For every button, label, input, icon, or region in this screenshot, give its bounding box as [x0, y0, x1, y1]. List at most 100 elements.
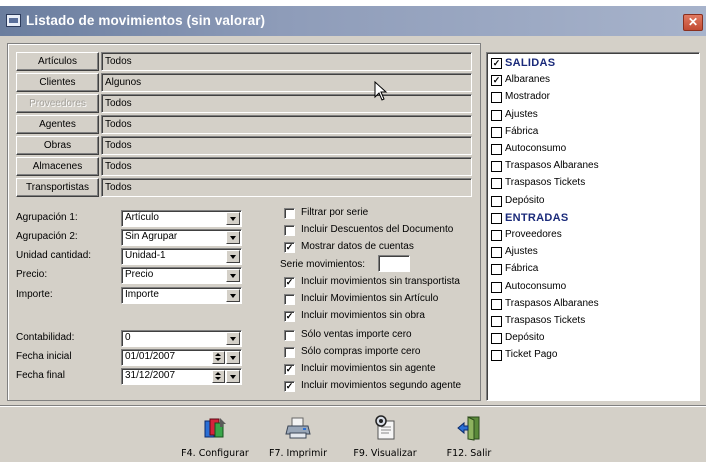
checkbox-box[interactable] [491, 212, 502, 224]
salir-button[interactable]: F12. Salir [434, 414, 504, 460]
importe-select[interactable]: Importe [121, 287, 242, 304]
checkbox-box[interactable]: ✓ [491, 75, 502, 87]
type-list-item[interactable]: Autoconsumo [491, 281, 566, 296]
articulos-button[interactable]: Artículos [16, 52, 99, 71]
type-list-item[interactable]: Fábrica [491, 263, 538, 278]
chevron-down-icon[interactable] [226, 332, 240, 345]
chevron-down-icon[interactable] [226, 231, 240, 244]
window-title: Listado de movimientos (sin valorar) [26, 13, 266, 28]
option-label: Incluir Movimientos sin Artículo [301, 293, 439, 304]
sin-articulo-checkbox[interactable]: Incluir Movimientos sin Artículo [284, 293, 438, 307]
type-list-item[interactable]: Ajustes [491, 246, 538, 261]
checkbox-box[interactable] [491, 126, 502, 138]
chevron-down-icon[interactable] [226, 212, 240, 225]
fecha-inicial-picker[interactable]: 01/01/2007 [121, 349, 242, 366]
type-list-item[interactable]: ✓ Albaranes [491, 74, 550, 89]
checkbox-box[interactable] [284, 347, 295, 358]
fecha-final-picker[interactable]: 31/12/2007 [121, 368, 242, 385]
sin-agente-checkbox[interactable]: ✓ Incluir movimientos sin agente [284, 363, 436, 377]
visualizar-button[interactable]: F9. Visualizar [350, 414, 420, 460]
checkbox-box[interactable] [491, 144, 502, 155]
almacenes-button[interactable]: Almacenes [16, 157, 99, 176]
agrupacion1-select[interactable]: Artículo [121, 210, 242, 227]
proveedores-button[interactable]: Proveedores [16, 94, 99, 113]
type-label: Mostrador [505, 91, 551, 103]
checkbox-box[interactable] [491, 264, 502, 276]
checkbox-box[interactable] [491, 92, 502, 104]
checkbox-box[interactable]: ✓ [284, 364, 295, 375]
checkbox-box[interactable] [491, 333, 502, 345]
spin-icon[interactable] [212, 351, 225, 364]
checkbox-box[interactable] [491, 161, 502, 173]
contabilidad-select[interactable]: 0 [121, 330, 242, 347]
type-list-item[interactable]: Depósito [491, 332, 544, 347]
sin-transportista-checkbox[interactable]: ✓ Incluir movimientos sin transportista [284, 276, 460, 290]
type-group-header[interactable]: ✓ SALIDAS [491, 57, 555, 72]
serie-movimientos-input[interactable] [378, 255, 410, 272]
configurar-label: F4. Configurar [181, 448, 249, 459]
checkbox-box[interactable]: ✓ [284, 311, 295, 322]
unidad-select[interactable]: Unidad-1 [121, 248, 242, 265]
mostrar-cuentas-checkbox[interactable]: ✓ Mostrar datos de cuentas [284, 241, 414, 255]
clientes-button[interactable]: Clientes [16, 73, 99, 92]
chevron-down-icon[interactable] [226, 351, 240, 364]
checkbox-box[interactable] [284, 330, 295, 341]
checkbox-box[interactable] [491, 109, 502, 121]
checkbox-box[interactable] [491, 281, 502, 293]
imprimir-button[interactable]: F7. Imprimir [263, 414, 333, 460]
checkbox-box[interactable] [284, 208, 295, 219]
sin-obra-checkbox[interactable]: ✓ Incluir movimientos sin obra [284, 310, 425, 324]
agrupacion2-select[interactable]: Sin Agrupar [121, 229, 242, 246]
configure-icon [204, 418, 226, 438]
type-group-header[interactable]: ENTRADAS [491, 212, 569, 227]
spin-icon[interactable] [212, 370, 225, 383]
precio-select[interactable]: Precio [121, 267, 242, 284]
configurar-button[interactable]: F4. Configurar [180, 414, 250, 460]
option-label: Incluir movimientos sin transportista [301, 276, 460, 287]
type-label: ENTRADAS [505, 211, 569, 224]
type-list-item[interactable]: Mostrador [491, 91, 550, 106]
close-button[interactable]: ✕ [683, 14, 703, 31]
checkbox-box[interactable] [491, 230, 502, 241]
type-list-item[interactable]: Autoconsumo [491, 143, 566, 158]
chevron-down-icon[interactable] [226, 250, 240, 263]
checkbox-box[interactable] [491, 350, 502, 362]
segundo-agente-checkbox[interactable]: ✓ Incluir movimientos segundo agente [284, 380, 461, 394]
checkbox-box[interactable]: ✓ [284, 242, 295, 253]
type-list-item[interactable]: Ticket Pago [491, 349, 557, 364]
checkbox-box[interactable] [491, 316, 502, 327]
printer-icon [285, 417, 311, 439]
option-label: Incluir movimientos segundo agente [301, 380, 462, 391]
transportistas-button[interactable]: Transportistas [16, 178, 99, 197]
type-list-item[interactable]: Traspasos Tickets [491, 315, 585, 330]
importe-value: Importe [125, 289, 159, 300]
type-list-item[interactable]: Proveedores [491, 229, 562, 244]
filtrar-serie-checkbox[interactable]: Filtrar por serie [284, 207, 368, 221]
type-list-item[interactable]: Fábrica [491, 126, 538, 141]
checkbox-box[interactable] [284, 294, 295, 305]
type-list-item[interactable]: Traspasos Tickets [491, 177, 585, 192]
almacenes-value: Todos [101, 157, 472, 176]
checkbox-box[interactable] [491, 247, 502, 259]
type-list-item[interactable]: Depósito [491, 195, 544, 210]
checkbox-box[interactable]: ✓ [284, 381, 295, 392]
compras-cero-checkbox[interactable]: Sólo compras importe cero [284, 346, 421, 360]
checkbox-box[interactable] [284, 225, 295, 236]
chevron-down-icon[interactable] [226, 269, 240, 282]
checkbox-box[interactable]: ✓ [491, 58, 502, 69]
incluir-descuentos-checkbox[interactable]: Incluir Descuentos del Documento [284, 224, 453, 238]
chevron-down-icon[interactable] [226, 370, 240, 383]
fecha-final-label: Fecha final [16, 370, 65, 381]
obras-button[interactable]: Obras [16, 136, 99, 155]
type-list-item[interactable]: Traspasos Albaranes [491, 298, 599, 313]
checkbox-box[interactable]: ✓ [284, 277, 295, 288]
type-label: Fábrica [505, 263, 539, 275]
checkbox-box[interactable] [491, 195, 502, 207]
type-list-item[interactable]: Ajustes [491, 109, 538, 124]
chevron-down-icon[interactable] [226, 289, 240, 302]
type-list-item[interactable]: Traspasos Albaranes [491, 160, 599, 175]
checkbox-box[interactable] [491, 298, 502, 310]
checkbox-box[interactable] [491, 178, 502, 190]
ventas-cero-checkbox[interactable]: Sólo ventas importe cero [284, 329, 412, 343]
agentes-button[interactable]: Agentes [16, 115, 99, 134]
